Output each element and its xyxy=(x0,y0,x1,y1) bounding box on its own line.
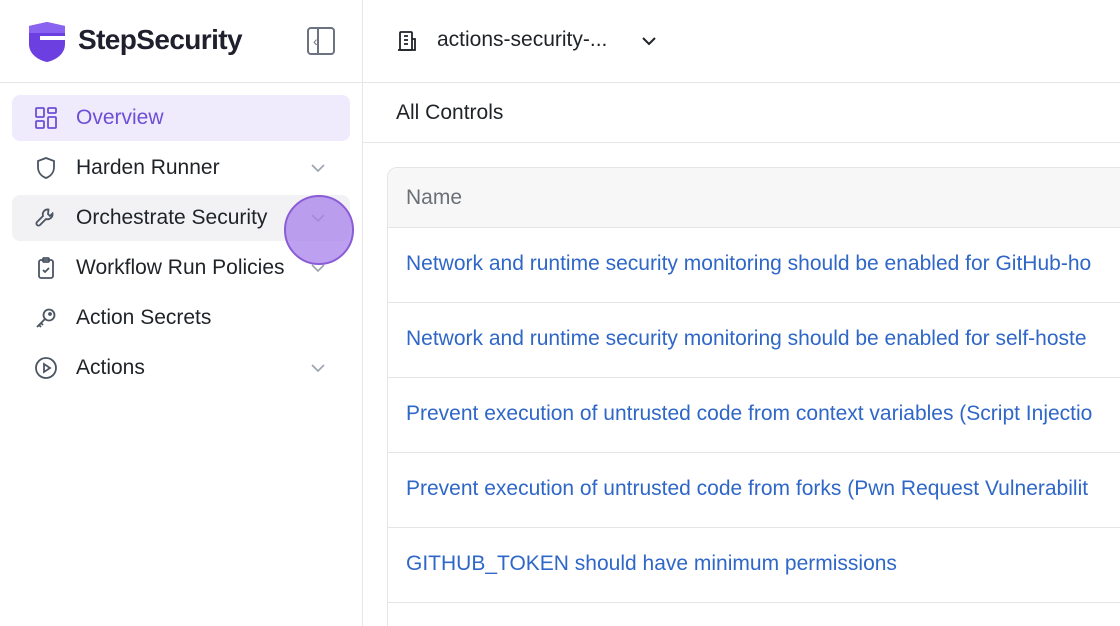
sidebar-item-label: Actions xyxy=(76,356,145,379)
sidebar-item-harden-runner[interactable]: Harden Runner xyxy=(12,145,350,191)
sidebar-item-workflow-run-policies[interactable]: Workflow Run Policies xyxy=(12,245,350,291)
sidebar-nav: Overview Harden Runner Orchestrate Secur… xyxy=(12,95,350,395)
column-header-name[interactable]: Name xyxy=(406,186,462,210)
sidebar-item-label: Action Secrets xyxy=(76,306,212,329)
sidebar-collapse-button[interactable]: ‹ xyxy=(307,27,335,55)
chevron-down-icon[interactable] xyxy=(308,208,328,228)
building-icon xyxy=(398,31,416,51)
table-row[interactable]: Prevent execution of untrusted code from… xyxy=(388,453,1120,528)
stepsecurity-logo[interactable] xyxy=(26,20,68,62)
control-link[interactable]: Prevent execution of untrusted code from… xyxy=(406,402,1092,426)
table-header: Name xyxy=(388,168,1120,228)
controls-table: Name Network and runtime security monito… xyxy=(387,167,1120,626)
table-row[interactable]: Network and runtime security monitoring … xyxy=(388,228,1120,303)
sidebar-item-label: Workflow Run Policies xyxy=(76,256,285,279)
sidebar-item-label: Orchestrate Security xyxy=(76,206,268,229)
control-link[interactable]: GITHUB_TOKEN should have minimum permiss… xyxy=(406,552,897,576)
shield-icon xyxy=(34,156,58,180)
brand-name: StepSecurity xyxy=(78,24,243,55)
sidebar: StepSecurity ‹ Overview Harden Runner Or… xyxy=(0,0,363,626)
sidebar-item-overview[interactable]: Overview xyxy=(12,95,350,141)
sidebar-item-actions[interactable]: Actions xyxy=(12,345,350,391)
grid-icon xyxy=(34,106,58,130)
table-row[interactable]: Prevent execution of untrusted code from… xyxy=(388,378,1120,453)
sidebar-item-label: Harden Runner xyxy=(76,156,220,179)
brand-header: StepSecurity ‹ xyxy=(0,0,363,83)
sidebar-item-label: Overview xyxy=(76,106,164,129)
play-circle-icon xyxy=(34,356,58,380)
collapse-icon: ‹ xyxy=(313,33,318,49)
key-icon xyxy=(34,306,58,330)
chevron-down-icon[interactable] xyxy=(308,358,328,378)
org-selector[interactable]: actions-security-... xyxy=(437,28,607,52)
top-bar: actions-security-... xyxy=(363,0,1120,83)
chevron-down-icon[interactable] xyxy=(308,158,328,178)
control-link[interactable]: Prevent execution of untrusted code from… xyxy=(406,477,1088,501)
control-link[interactable]: Network and runtime security monitoring … xyxy=(406,252,1091,276)
table-row[interactable]: Network and runtime security monitoring … xyxy=(388,303,1120,378)
page-title: All Controls xyxy=(396,101,504,124)
sidebar-item-action-secrets[interactable]: Action Secrets xyxy=(12,295,350,341)
sidebar-item-orchestrate-security[interactable]: Orchestrate Security xyxy=(12,195,350,241)
control-link[interactable]: Network and runtime security monitoring … xyxy=(406,327,1087,351)
chevron-down-icon[interactable] xyxy=(639,31,659,51)
clipboard-check-icon xyxy=(34,256,58,280)
controls-header: All Controls xyxy=(363,83,1120,143)
chevron-down-icon[interactable] xyxy=(308,258,328,278)
table-row[interactable]: GITHUB_TOKEN should have minimum permiss… xyxy=(388,528,1120,603)
wrench-icon xyxy=(34,206,58,230)
